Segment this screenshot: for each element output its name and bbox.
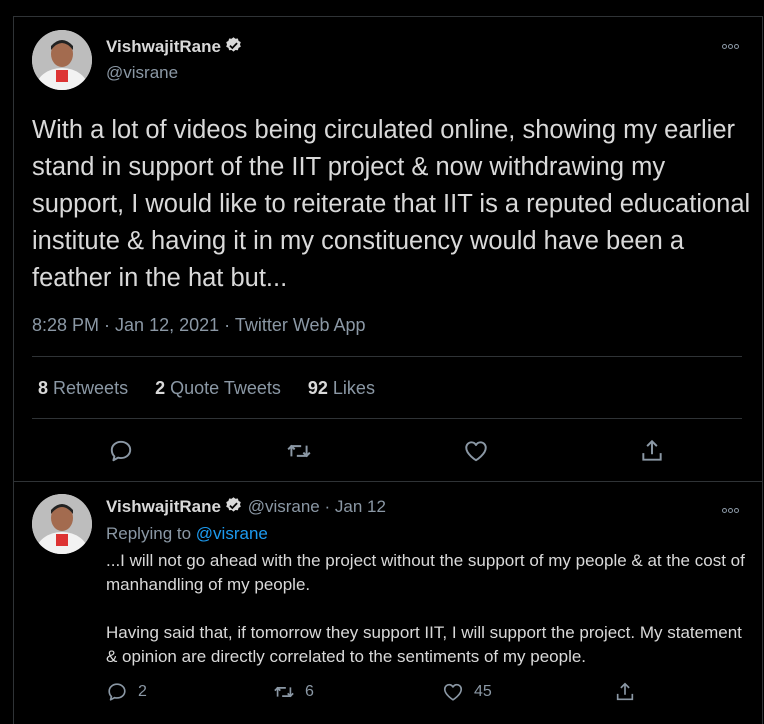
reply-paragraph: Having said that, if tomorrow they suppo… bbox=[106, 623, 742, 666]
tweet-text: With a lot of videos being circulated on… bbox=[32, 116, 751, 292]
ellipsis-icon[interactable] bbox=[721, 36, 739, 52]
avatar[interactable] bbox=[32, 494, 92, 554]
replying-to-link[interactable]: @visrane bbox=[196, 524, 268, 543]
reply-date[interactable]: Jan 12 bbox=[335, 497, 386, 516]
display-name[interactable]: VishwajitRane bbox=[106, 37, 221, 56]
share-icon bbox=[616, 682, 634, 701]
replying-to: Replying to @visrane bbox=[106, 524, 268, 544]
reply-count: 2 bbox=[138, 683, 147, 700]
replying-prefix: Replying to bbox=[106, 524, 192, 543]
reply-display-name[interactable]: VishwajitRane bbox=[106, 497, 221, 516]
heart-icon[interactable] bbox=[463, 438, 489, 464]
tweet-source[interactable]: Twitter Web App bbox=[235, 315, 366, 335]
tweet-time[interactable]: 8:28 PM bbox=[32, 315, 99, 335]
retweet-action[interactable]: 6 bbox=[273, 681, 314, 703]
reply-icon bbox=[108, 683, 126, 701]
reply-icon[interactable] bbox=[108, 438, 134, 464]
retweet-count: 6 bbox=[305, 683, 314, 700]
divider bbox=[13, 481, 763, 482]
retweet-icon[interactable] bbox=[286, 438, 312, 464]
reply-handle[interactable]: @visrane bbox=[248, 497, 320, 516]
ellipsis-icon[interactable] bbox=[721, 500, 739, 516]
retweet-icon bbox=[274, 686, 294, 698]
avatar[interactable] bbox=[32, 30, 92, 90]
quotes-count: 2 bbox=[155, 378, 166, 398]
like-count: 45 bbox=[474, 683, 492, 700]
tweet-date[interactable]: Jan 12, 2021 bbox=[115, 315, 219, 335]
quote-tweets-stat[interactable]: 2 Quote Tweets bbox=[155, 378, 281, 398]
tweet-meta: 8:28 PM · Jan 12, 2021 · Twitter Web App bbox=[32, 315, 366, 335]
retweets-label: Retweets bbox=[53, 378, 129, 398]
verified-badge-icon bbox=[224, 36, 243, 55]
verified-badge-icon bbox=[224, 496, 243, 515]
handle[interactable]: @visrane bbox=[106, 63, 178, 83]
share-action[interactable] bbox=[614, 681, 646, 703]
reply-action[interactable]: 2 bbox=[106, 681, 147, 703]
quotes-label: Quote Tweets bbox=[170, 378, 281, 398]
likes-stat[interactable]: 92 Likes bbox=[308, 378, 375, 398]
reply-paragraph: ...I will not go ahead with the project … bbox=[106, 551, 745, 594]
likes-count: 92 bbox=[307, 378, 328, 398]
heart-icon bbox=[443, 683, 463, 701]
author-line: VishwajitRane bbox=[106, 36, 243, 57]
retweets-stat[interactable]: 8 Retweets bbox=[38, 378, 128, 398]
divider bbox=[32, 356, 742, 357]
reply-author-line: VishwajitRane @visrane · Jan 12 bbox=[106, 496, 386, 516]
share-icon[interactable] bbox=[639, 438, 665, 464]
tweet-stats: 8 Retweets 2 Quote Tweets 92 Likes bbox=[38, 378, 397, 399]
like-action[interactable]: 45 bbox=[442, 681, 492, 703]
divider bbox=[32, 418, 742, 419]
retweets-count: 8 bbox=[38, 378, 49, 398]
reply-text: ...I will not go ahead with the project … bbox=[106, 549, 756, 669]
likes-label: Likes bbox=[332, 378, 375, 398]
